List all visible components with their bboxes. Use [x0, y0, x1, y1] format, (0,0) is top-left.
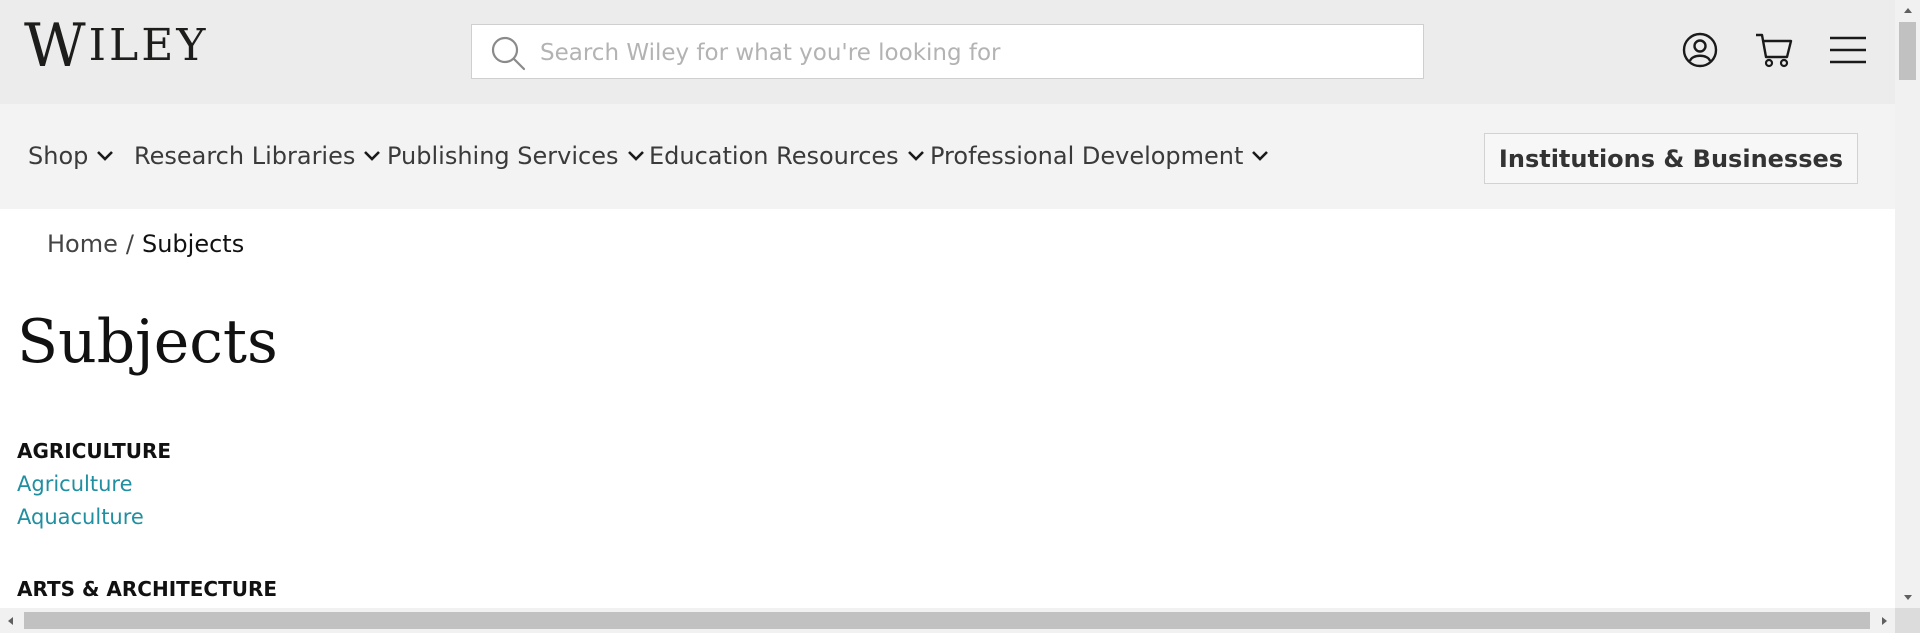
scroll-right-arrow-icon[interactable]: [1875, 608, 1895, 633]
top-header: W ILEY: [0, 0, 1895, 104]
category-heading: AGRICULTURE: [17, 439, 172, 463]
scroll-down-arrow-icon[interactable]: [1895, 588, 1920, 608]
subject-link[interactable]: Aquaculture: [17, 505, 144, 529]
nav-professional-development[interactable]: Professional Development: [930, 142, 1269, 170]
nav-education-resources[interactable]: Education Resources: [649, 142, 925, 170]
vertical-scrollbar[interactable]: [1895, 0, 1920, 608]
institutions-businesses-button[interactable]: Institutions & Businesses: [1484, 133, 1858, 184]
vertical-scroll-thumb[interactable]: [1899, 22, 1916, 80]
category-heading: ARTS & ARCHITECTURE: [17, 577, 278, 601]
main-nav: Shop Research Libraries Publishing Servi…: [0, 104, 1895, 209]
scroll-up-arrow-icon[interactable]: [1895, 0, 1920, 20]
chevron-down-icon: [907, 151, 924, 161]
scrollbar-corner: [1895, 608, 1920, 633]
cart-icon[interactable]: [1752, 28, 1796, 72]
nav-shop[interactable]: Shop: [28, 142, 114, 170]
nav-label: Education Resources: [649, 142, 899, 170]
nav-publishing-services[interactable]: Publishing Services: [387, 142, 645, 170]
nav-label: Publishing Services: [387, 142, 619, 170]
nav-label: Research Libraries: [134, 142, 356, 170]
horizontal-scroll-thumb[interactable]: [24, 612, 1870, 629]
page-title: Subjects: [17, 307, 278, 377]
scroll-left-arrow-icon[interactable]: [0, 608, 20, 633]
chevron-down-icon: [1252, 151, 1269, 161]
breadcrumb-separator: /: [125, 230, 134, 258]
logo-initial: W: [24, 11, 89, 81]
nav-label: Professional Development: [930, 142, 1244, 170]
chevron-down-icon: [97, 151, 114, 161]
search-icon: [491, 36, 526, 71]
nav-research-libraries[interactable]: Research Libraries: [134, 142, 381, 170]
breadcrumb-current: Subjects: [141, 230, 245, 258]
page-viewport: W ILEY Search Wiley for what you're look…: [0, 0, 1895, 608]
search-input[interactable]: [538, 25, 1402, 80]
search-box[interactable]: [471, 24, 1424, 80]
logo-rest: ILEY: [88, 20, 209, 71]
account-icon[interactable]: [1678, 28, 1722, 72]
horizontal-scrollbar[interactable]: [0, 608, 1895, 633]
hamburger-menu-icon[interactable]: [1826, 28, 1870, 72]
breadcrumb-home-link[interactable]: Home: [47, 230, 118, 258]
chevron-down-icon: [364, 151, 381, 161]
wiley-logo[interactable]: W ILEY: [24, 11, 209, 81]
subject-link[interactable]: Agriculture: [17, 472, 133, 496]
chevron-down-icon: [627, 151, 644, 161]
nav-label: Shop: [28, 142, 89, 170]
breadcrumb: Home / Subjects: [47, 230, 244, 258]
